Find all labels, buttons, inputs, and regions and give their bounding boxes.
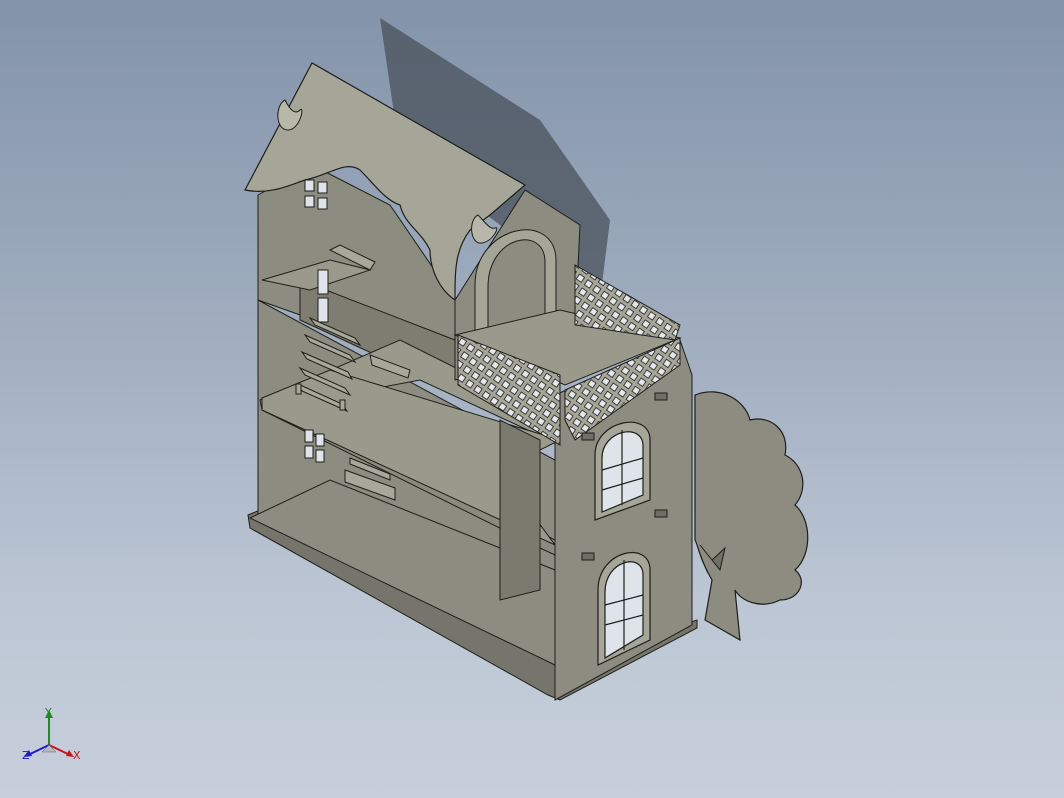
- triad-z-label: Z: [22, 749, 30, 762]
- cad-graphics-viewport[interactable]: Y X Z: [0, 0, 1064, 798]
- triad-y-label: Y: [45, 706, 52, 719]
- dollhouse-model[interactable]: [0, 0, 1064, 798]
- divider-wall: [499, 419, 541, 601]
- triad-x-label: X: [73, 749, 81, 762]
- tree-panel: [694, 391, 809, 642]
- axis-triad: [24, 710, 74, 757]
